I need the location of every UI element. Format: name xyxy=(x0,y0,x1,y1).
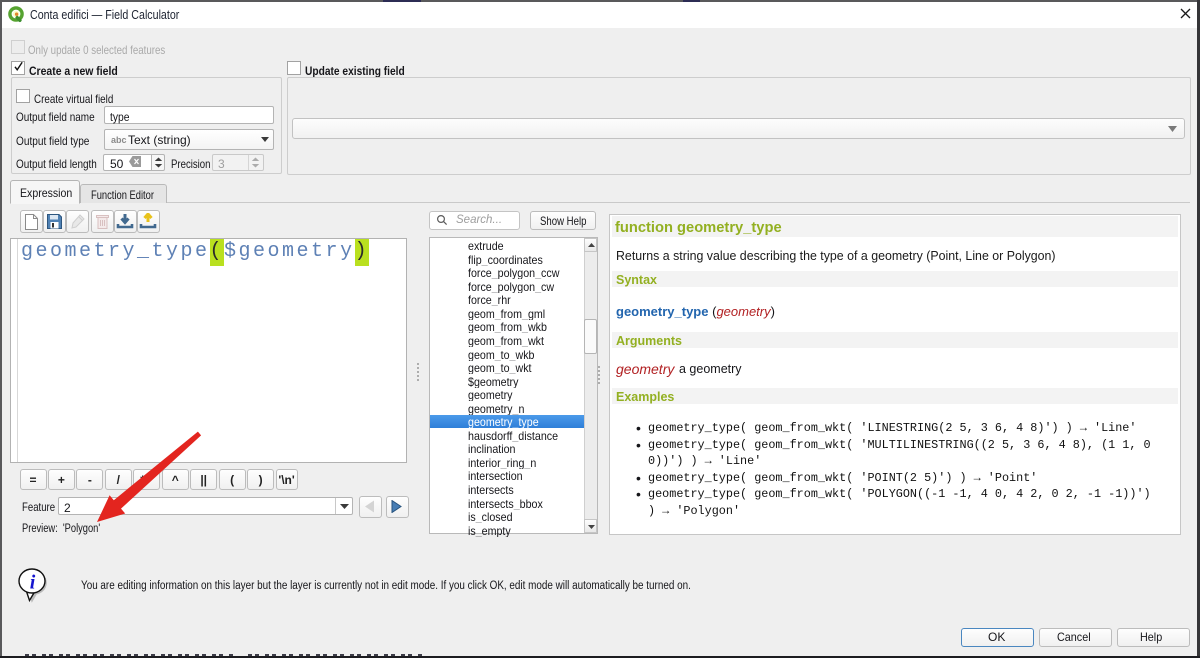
svg-text:i: i xyxy=(30,572,36,594)
